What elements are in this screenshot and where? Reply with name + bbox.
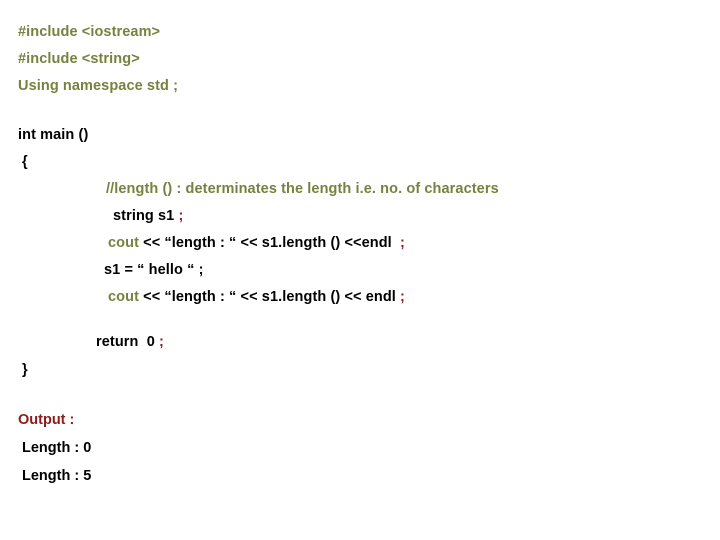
return-statement-group: return 0 ; bbox=[0, 329, 720, 356]
using-namespace-line: Using namespace std ; bbox=[18, 78, 179, 94]
include-string-line: #include <string> bbox=[18, 51, 140, 67]
cout-first-expression: << “length : “ << s1.length () <<endl bbox=[139, 235, 401, 251]
cout-first-semicolon: ; bbox=[400, 235, 405, 251]
slide-canvas: #include <iostream> #include <string> Us… bbox=[0, 0, 720, 540]
string-declaration-semicolon: ; bbox=[178, 208, 184, 224]
output-line-second: Length : 5 bbox=[22, 468, 92, 484]
string-declaration-code: string s1 bbox=[113, 208, 179, 224]
cout-second-semicolon: ; bbox=[400, 289, 405, 305]
output-line-first: Length : 0 bbox=[22, 440, 92, 456]
opening-brace-line: { bbox=[22, 154, 28, 170]
cout-keyword-second: cout bbox=[108, 289, 140, 305]
comment-line: //length () : determinates the length i.… bbox=[106, 181, 499, 197]
closing-brace-group: } bbox=[0, 357, 720, 384]
return-code: return 0 bbox=[96, 334, 160, 350]
include-directives-group: #include <iostream> #include <string> Us… bbox=[0, 19, 720, 100]
cout-keyword-first: cout bbox=[108, 235, 140, 251]
return-line: return 0 ; bbox=[0, 329, 720, 356]
assignment-line: s1 = “ hello “ ; bbox=[104, 262, 204, 278]
cout-first-line: cout << “length : “ << s1.length () <<en… bbox=[0, 230, 720, 257]
cout-second-expression: << “length : “ << s1.length () << endl bbox=[139, 289, 401, 305]
include-iostream-line: #include <iostream> bbox=[18, 24, 161, 40]
string-declaration-line: string s1 ; bbox=[0, 203, 720, 230]
return-semicolon: ; bbox=[159, 334, 164, 350]
closing-brace-line: } bbox=[22, 362, 28, 378]
main-signature-group: int main () { bbox=[0, 122, 720, 176]
cout-second-line: cout << “length : “ << s1.length () << e… bbox=[0, 284, 720, 311]
output-heading: Output : bbox=[18, 412, 75, 428]
output-section: Output : Length : 0 Length : 5 bbox=[0, 406, 720, 490]
function-body-group: //length () : determinates the length i.… bbox=[0, 176, 720, 311]
main-signature-line: int main () bbox=[18, 127, 89, 143]
